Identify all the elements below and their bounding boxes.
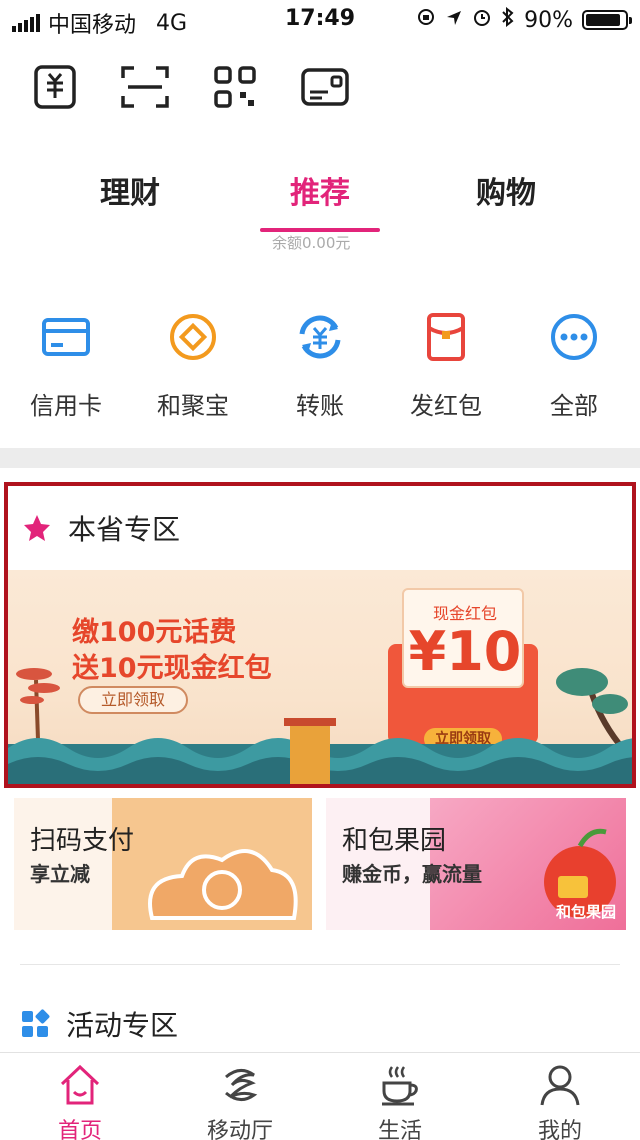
card-icon — [301, 68, 349, 106]
province-section: 本省专区 缴100元话费 送10元现金红包 立即领取 现金红包 ¥10 立即领取 — [4, 482, 636, 788]
orchard-badge: 和包果园 — [555, 903, 616, 921]
promo-subtitle: 享立减 — [30, 862, 90, 886]
cloud-art — [112, 798, 312, 930]
battery-level — [586, 14, 621, 26]
alarm-icon — [472, 7, 492, 33]
quick-actions — [30, 62, 350, 112]
service-hejubao[interactable]: 和聚宝 — [133, 310, 253, 421]
nav-mine[interactable]: 我的 — [500, 1063, 620, 1140]
rotation-lock-icon — [416, 7, 436, 33]
province-title: 本省专区 — [68, 513, 181, 546]
tab-finance[interactable]: 理财 — [100, 168, 160, 212]
service-all[interactable]: 全部 — [514, 310, 634, 421]
top-tabs: 理财 推荐 购物 — [0, 168, 640, 232]
grid-apps-icon — [22, 1009, 50, 1037]
divider — [20, 964, 620, 965]
service-credit-card[interactable]: 信用卡 — [6, 310, 126, 421]
service-label: 和聚宝 — [157, 392, 229, 420]
balance-text: 余额0.00元 — [272, 234, 351, 252]
promo-subtitle: 赚金币，赢流量 — [342, 862, 482, 886]
coffee-cup-icon — [378, 1063, 422, 1107]
promo-title: 和包果园 — [342, 826, 447, 856]
banner-subheadline: 送10元现金红包 — [72, 653, 272, 684]
banner-headline: 缴100元话费 — [72, 617, 237, 648]
bluetooth-icon — [501, 6, 515, 33]
yuan-receipt-icon — [34, 65, 76, 109]
coin-icon — [166, 310, 220, 364]
promo-banner[interactable]: 缴100元话费 送10元现金红包 立即领取 现金红包 ¥10 立即领取 — [8, 570, 632, 784]
qr-code-button[interactable] — [210, 62, 260, 112]
tab-shopping[interactable]: 购物 — [476, 168, 536, 212]
red-packet-icon — [419, 310, 473, 364]
credit-card-icon — [39, 310, 93, 364]
nav-label: 首页 — [57, 1119, 102, 1140]
tab-recommend[interactable]: 推荐 — [290, 168, 350, 212]
promo-card-scan-pay[interactable]: 扫码支付 享立减 — [14, 798, 312, 930]
star-icon — [24, 515, 50, 541]
more-icon — [547, 310, 601, 364]
card-button[interactable] — [300, 62, 350, 112]
nav-label: 我的 — [537, 1119, 582, 1140]
service-grid: 信用卡 和聚宝 转账 发红包 全部 — [0, 310, 640, 420]
activity-title: 活动专区 — [66, 1009, 179, 1042]
home-icon — [58, 1063, 102, 1107]
status-right: 90% — [416, 6, 632, 33]
nav-label: 移动厅 — [206, 1119, 273, 1140]
user-icon — [538, 1063, 582, 1107]
activity-header: 活动专区 — [20, 1004, 178, 1044]
service-transfer[interactable]: 转账 — [260, 310, 380, 421]
china-mobile-icon — [218, 1063, 262, 1107]
qr-code-icon — [214, 66, 256, 108]
battery-icon — [582, 10, 632, 30]
bottom-nav: 首页 移动厅 生活 我的 — [0, 1052, 640, 1140]
promo-card-orchard[interactable]: 和包果园 赚金币，赢流量 和包果园 — [326, 798, 626, 930]
promo-title: 扫码支付 — [30, 826, 135, 856]
wave-decoration — [8, 718, 632, 784]
nav-mobile-hall[interactable]: 移动厅 — [180, 1063, 300, 1140]
service-red-packet[interactable]: 发红包 — [386, 310, 506, 421]
nav-life[interactable]: 生活 — [340, 1063, 460, 1140]
service-label: 转账 — [296, 392, 344, 420]
battery-percent: 90% — [524, 7, 573, 33]
section-divider — [0, 448, 640, 468]
banner-claim-button[interactable]: 立即领取 — [78, 686, 188, 714]
transfer-icon — [293, 310, 347, 364]
nav-home[interactable]: 首页 — [20, 1063, 140, 1140]
envelope-amount: ¥10 — [408, 620, 522, 683]
scan-icon — [121, 66, 169, 108]
nav-label: 生活 — [377, 1119, 422, 1140]
payment-code-button[interactable] — [30, 62, 80, 112]
service-label: 信用卡 — [30, 392, 102, 420]
service-label: 发红包 — [410, 392, 482, 420]
scan-button[interactable] — [120, 62, 170, 112]
location-icon — [445, 8, 463, 33]
service-label: 全部 — [550, 392, 598, 420]
envelope-card: 现金红包 ¥10 — [402, 588, 524, 688]
status-bar: 中国移动 4G 17:49 90% — [0, 0, 640, 40]
province-header: 本省专区 — [22, 508, 180, 548]
